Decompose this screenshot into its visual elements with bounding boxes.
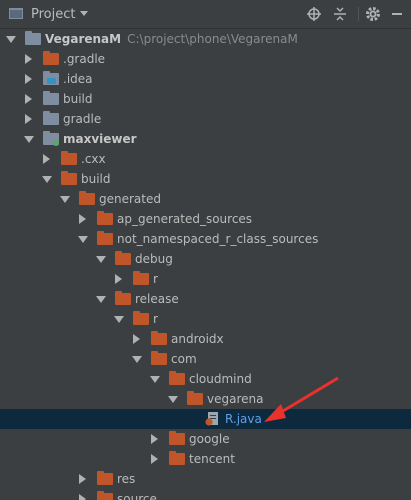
annotation-arrow [264, 376, 339, 422]
